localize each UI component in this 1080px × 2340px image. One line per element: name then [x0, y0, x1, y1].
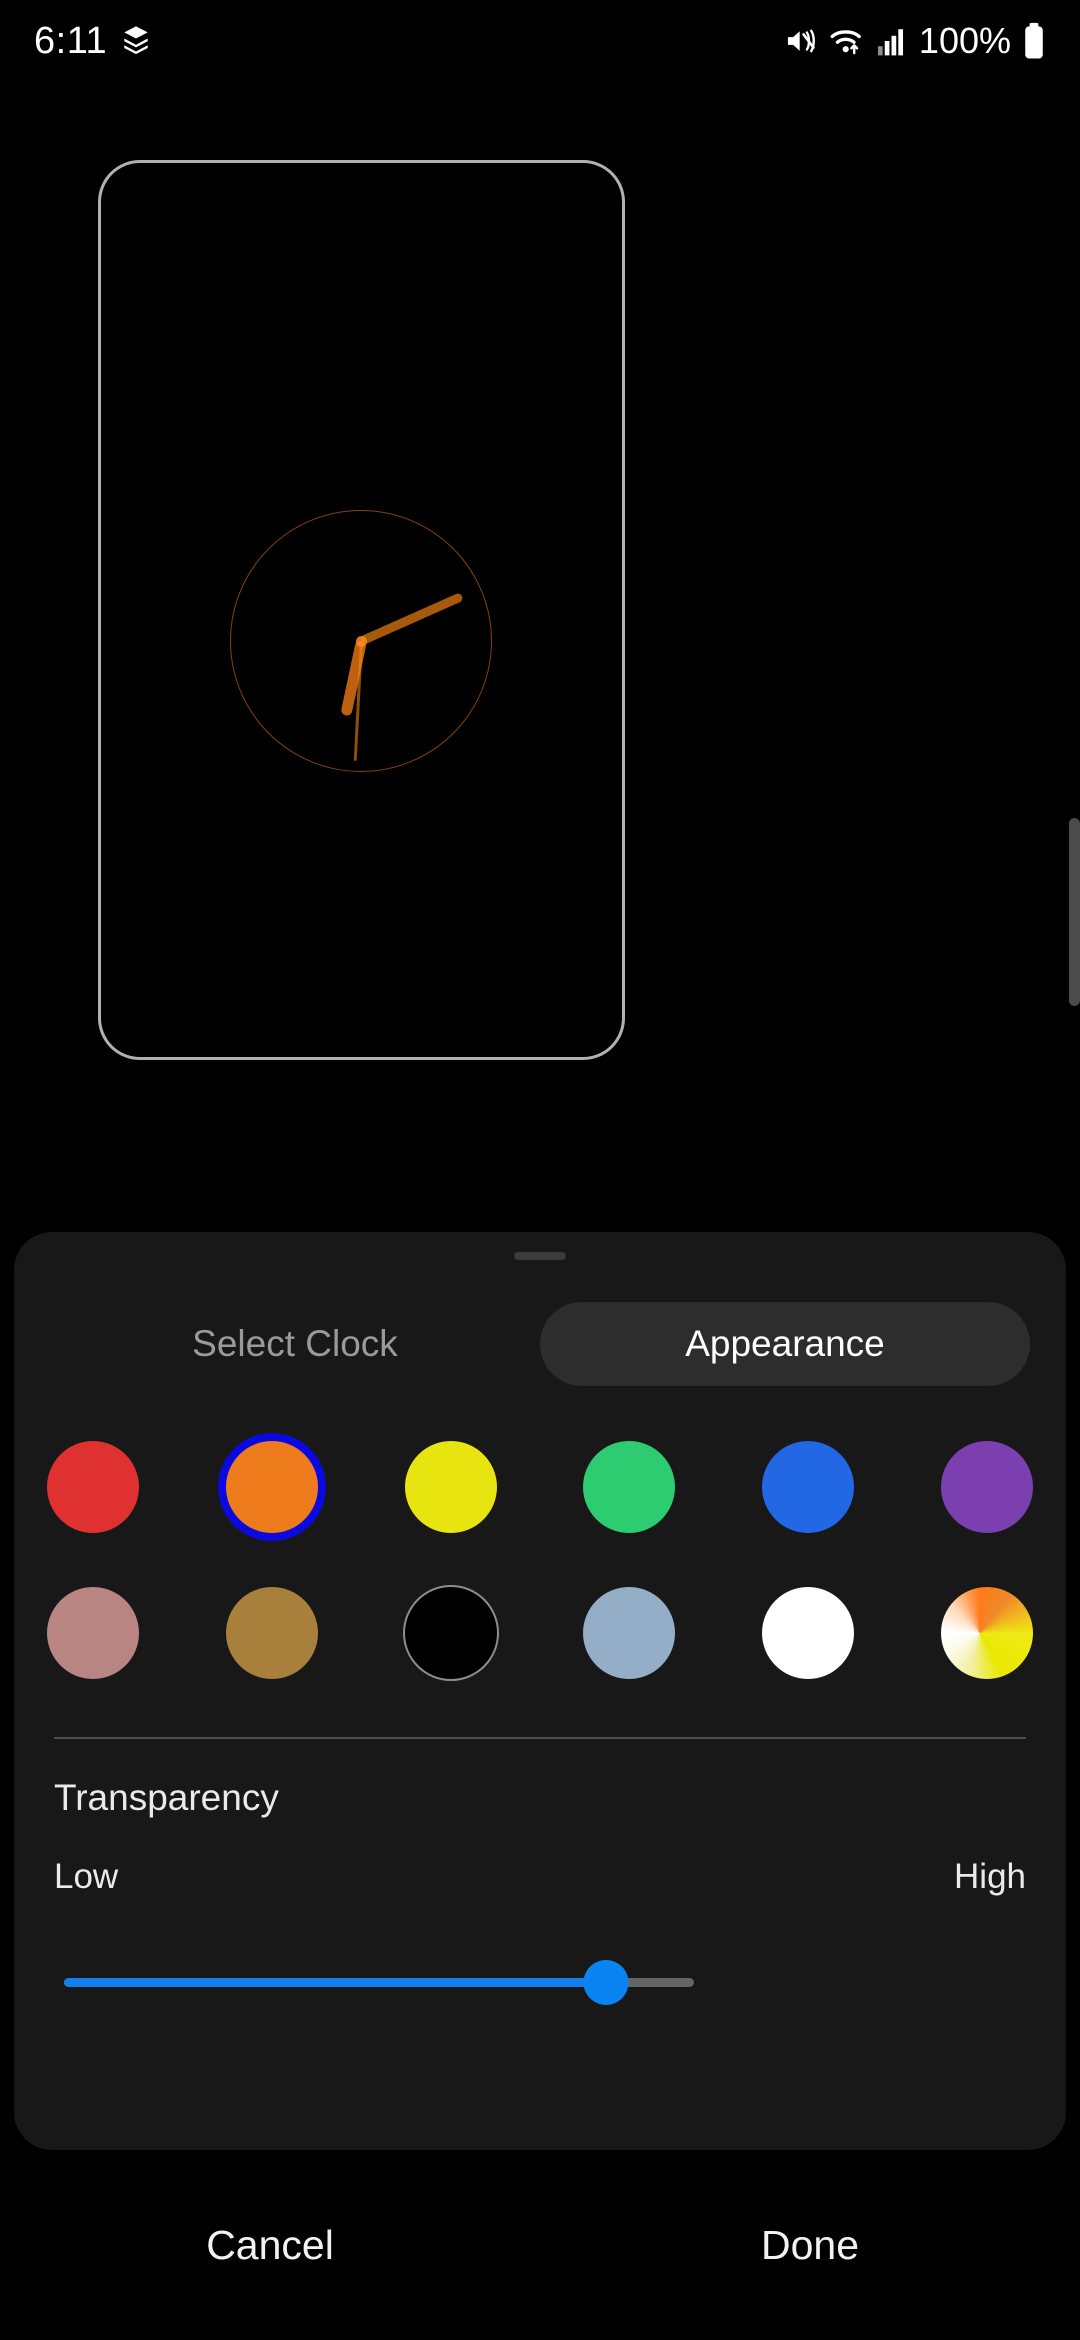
color-swatch-rose[interactable] — [38, 1578, 148, 1688]
color-swatch-blue[interactable] — [753, 1432, 863, 1542]
tab-select-clock-label: Select Clock — [192, 1323, 398, 1364]
color-swatch-dot-rose — [47, 1587, 139, 1679]
sheet-drag-handle[interactable] — [514, 1252, 566, 1260]
transparency-slider-fill — [64, 1978, 606, 1987]
color-swatch-dot-black — [404, 1587, 497, 1679]
transparency-label: Transparency — [54, 1777, 279, 1818]
cancel-button-label: Cancel — [206, 2221, 334, 2268]
transparency-range-labels: Low High — [54, 1857, 1026, 1897]
color-swatch-white[interactable] — [753, 1578, 863, 1688]
wifi-icon — [829, 24, 865, 58]
color-swatch-dot-purple — [940, 1441, 1033, 1533]
page-scrollbar[interactable] — [1069, 818, 1080, 1006]
color-swatch-multicolor[interactable] — [932, 1578, 1042, 1688]
color-swatch-dot-blue — [762, 1441, 855, 1533]
color-swatch-dot-green — [583, 1441, 676, 1533]
appearance-bottom-sheet: Select Clock Appearance Transparency Low… — [14, 1232, 1066, 2150]
layers-icon — [121, 25, 151, 57]
footer-button-bar: Cancel Done — [0, 2190, 1080, 2300]
color-swatch-orange[interactable] — [217, 1432, 327, 1542]
cancel-button[interactable]: Cancel — [0, 2190, 540, 2300]
color-swatch-black[interactable] — [396, 1578, 506, 1688]
color-swatch-dot-orange — [225, 1441, 318, 1533]
done-button-label: Done — [760, 2221, 859, 2268]
transparency-high-label: High — [954, 1857, 1026, 1896]
done-button[interactable]: Done — [540, 2190, 1080, 2300]
sheet-divider — [54, 1737, 1026, 1739]
mute-icon — [784, 24, 818, 58]
color-swatch-dot-bronze — [225, 1587, 318, 1679]
transparency-low-label: Low — [54, 1857, 119, 1896]
battery-icon — [1022, 22, 1046, 60]
color-swatch-red[interactable] — [38, 1432, 148, 1542]
color-swatch-dot-yellow — [404, 1441, 497, 1533]
color-swatch-purple[interactable] — [932, 1432, 1042, 1542]
color-swatch-bronze[interactable] — [217, 1578, 327, 1688]
screen-root: 6:11 100% Select Clock Appearance Transp… — [0, 0, 1080, 2340]
color-swatch-yellow[interactable] — [396, 1432, 506, 1542]
signal-icon — [876, 24, 906, 58]
tab-select-clock[interactable]: Select Clock — [50, 1302, 540, 1386]
status-bar: 6:11 100% — [0, 0, 1080, 82]
status-bar-right: 100% — [784, 20, 1046, 62]
transparency-slider-thumb[interactable] — [583, 1960, 629, 2005]
color-swatch-green[interactable] — [574, 1432, 684, 1542]
battery-percent-label: 100% — [918, 20, 1011, 61]
clock-center-hub — [355, 635, 367, 647]
tab-appearance[interactable]: Appearance — [540, 1302, 1030, 1386]
sheet-tab-bar: Select Clock Appearance — [14, 1302, 1066, 1386]
analog-clock-preview — [230, 510, 492, 772]
status-bar-left: 6:11 — [34, 20, 151, 63]
color-swatch-dot-multicolor — [940, 1587, 1033, 1679]
color-swatch-steel-blue[interactable] — [574, 1578, 684, 1688]
tab-appearance-label: Appearance — [685, 1323, 885, 1364]
color-swatch-grid — [14, 1432, 1066, 1688]
color-swatch-dot-steel-blue — [583, 1587, 676, 1679]
transparency-slider[interactable] — [54, 1952, 1026, 2012]
status-bar-clock: 6:11 — [34, 19, 108, 62]
color-swatch-row-1 — [38, 1432, 1042, 1542]
color-swatch-dot-red — [47, 1441, 139, 1533]
color-swatch-row-2 — [38, 1578, 1042, 1688]
color-swatch-dot-white — [762, 1587, 855, 1679]
